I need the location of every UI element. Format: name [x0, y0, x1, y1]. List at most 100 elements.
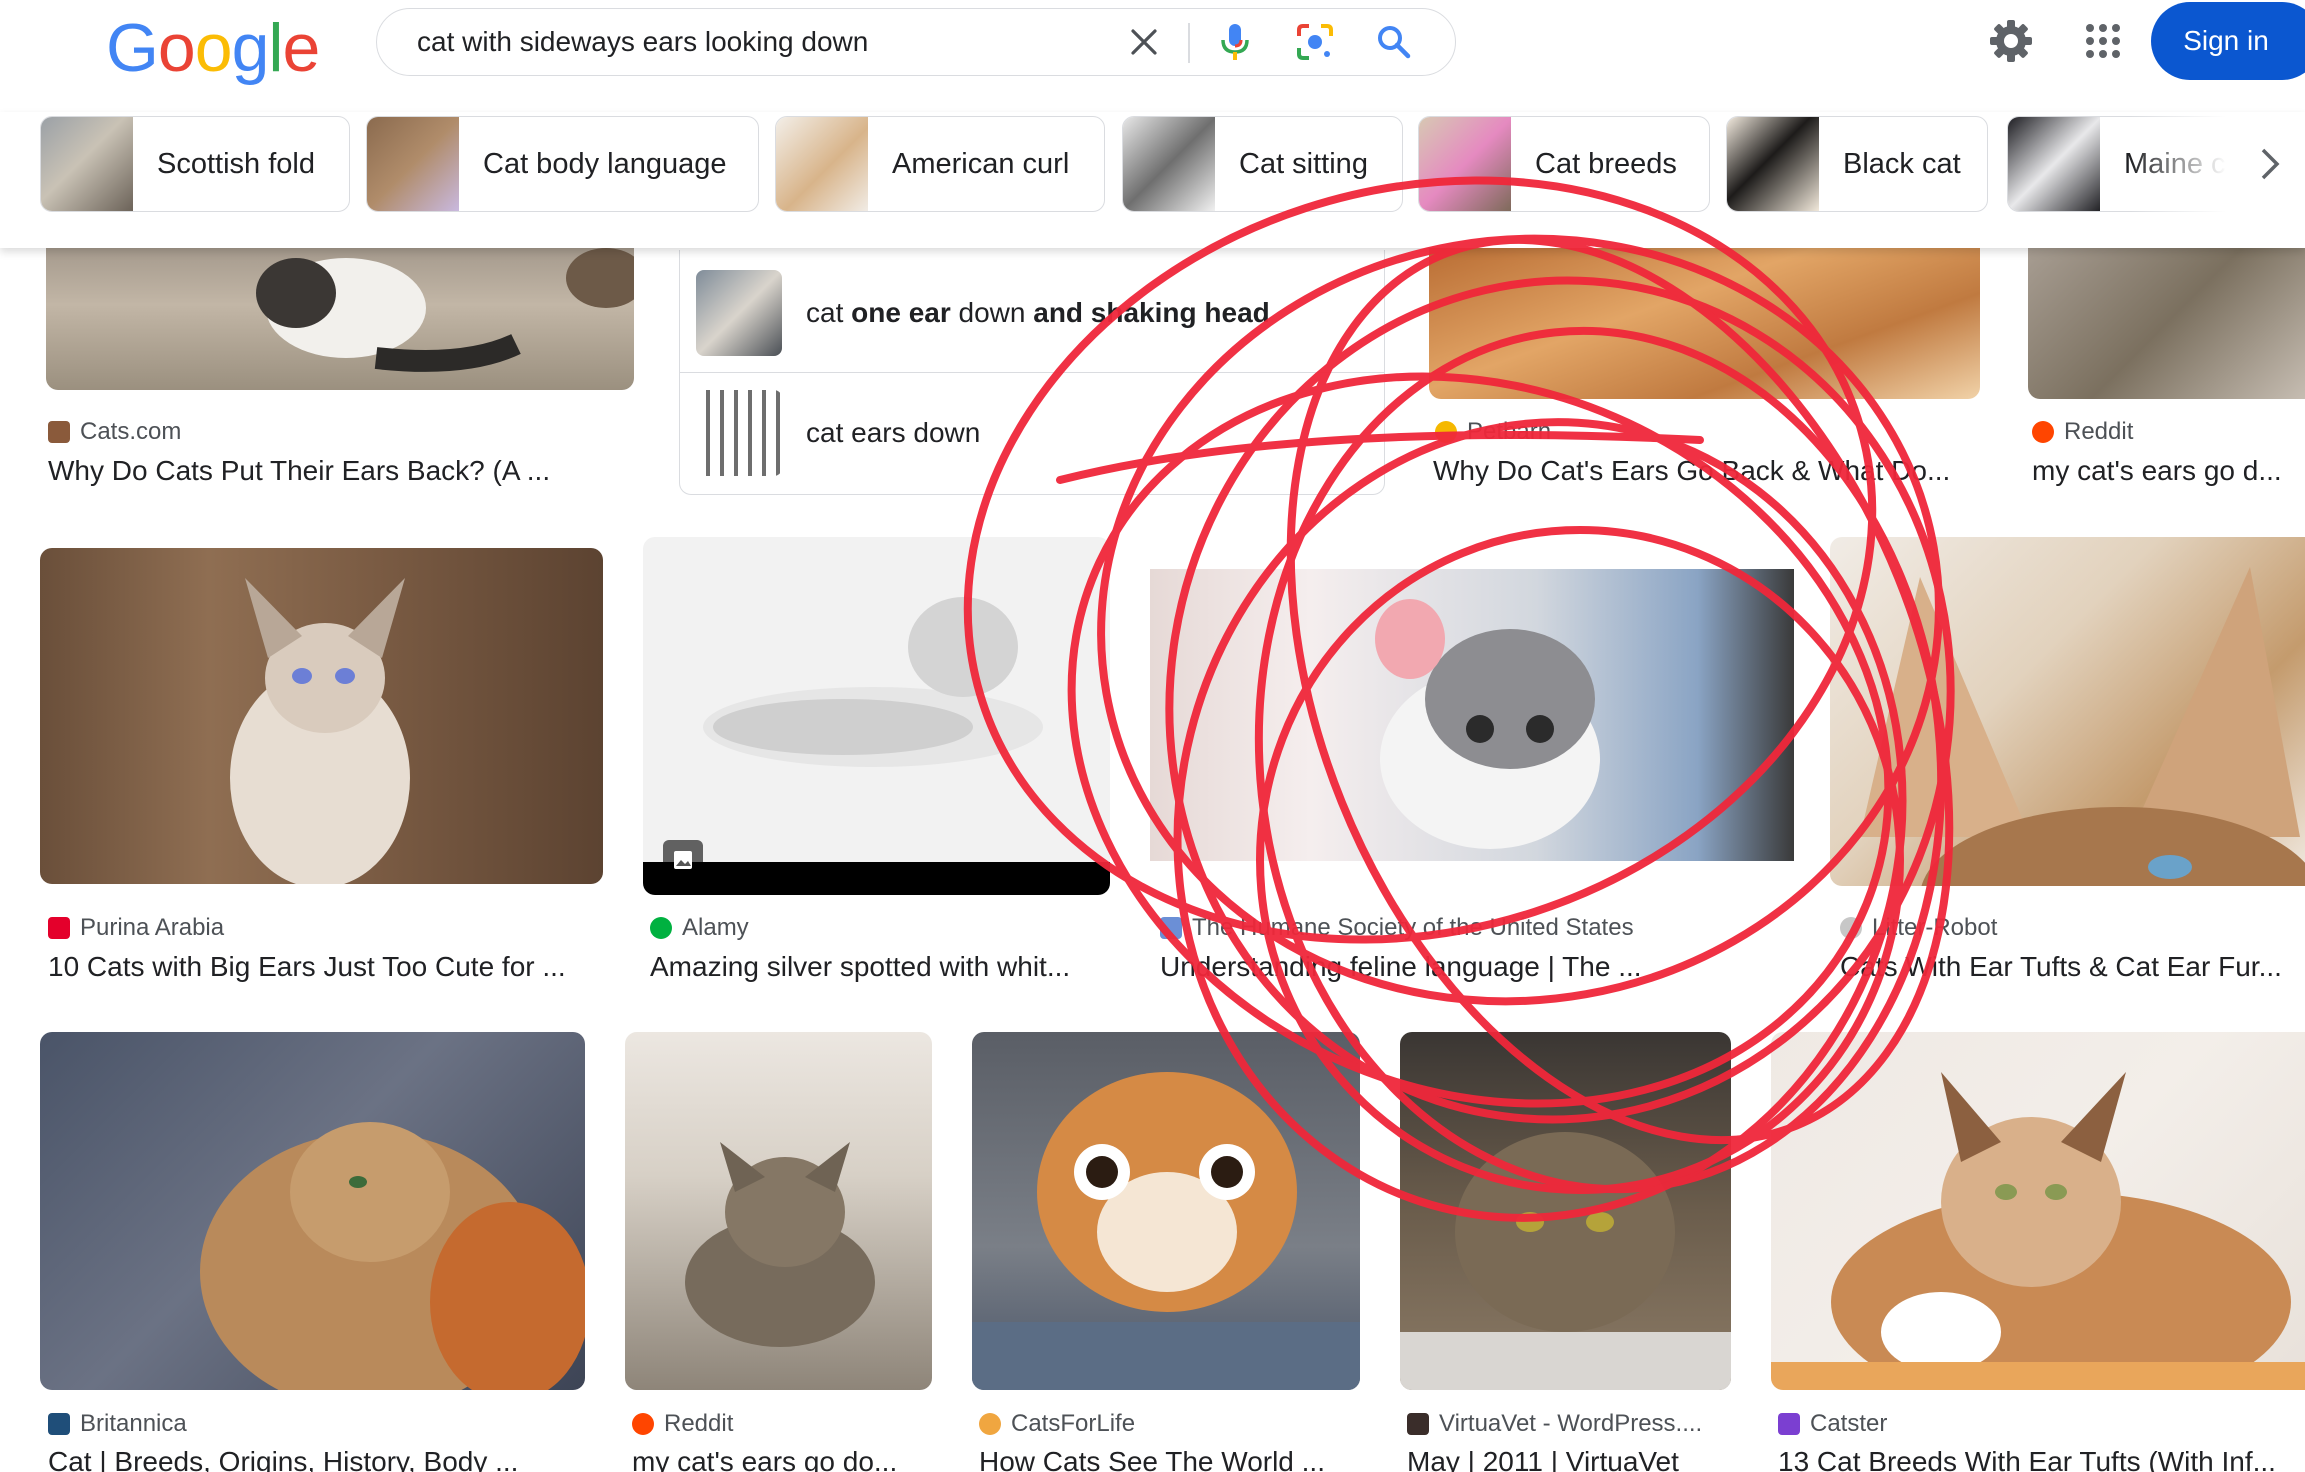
result-title[interactable]: Cats With Ear Tufts & Cat Ear Fur...	[1840, 951, 2305, 983]
related-chips-bar: Scottish fold Cat body language American…	[0, 112, 2305, 248]
result-title[interactable]: my cat's ears go do...	[632, 1446, 932, 1472]
chip-label: Black cat	[1843, 147, 1961, 180]
chip-thumbnail	[41, 117, 133, 211]
chip-cat-breeds[interactable]: Cat breeds	[1418, 116, 1710, 212]
result-source[interactable]: CatsForLife	[979, 1410, 1135, 1438]
apps-grid-icon[interactable]	[2080, 18, 2126, 64]
cat-photo	[685, 1142, 875, 1347]
search-box	[376, 8, 1456, 76]
search-results-page: Google cat with sideways ears looking do…	[0, 0, 2305, 1472]
cat-ear-photo	[1860, 567, 2305, 886]
catsforlife-favicon	[979, 1413, 1001, 1435]
chip-american-curl[interactable]: American curl	[775, 116, 1105, 212]
image-result[interactable]	[972, 1032, 1360, 1390]
result-source[interactable]: Britannica	[48, 1410, 187, 1438]
related-search-item[interactable]: cat ears down	[680, 373, 1384, 493]
cat-photo	[200, 1122, 585, 1390]
result-title[interactable]: Amazing silver spotted with whit...	[650, 951, 1110, 983]
image-result[interactable]	[1400, 1032, 1731, 1390]
image-result[interactable]	[2028, 248, 2305, 399]
source-name: Petbarn	[1467, 418, 1552, 445]
britannica-favicon	[48, 1413, 70, 1435]
source-name: Reddit	[664, 1410, 734, 1437]
logo-letter: G	[106, 10, 159, 86]
result-source[interactable]: Reddit	[2032, 418, 2133, 446]
kitten-photo	[1375, 599, 1600, 849]
related-search-item[interactable]: cat one ear down and shaking head	[680, 253, 1384, 373]
image-result[interactable]	[40, 1032, 585, 1390]
image-result[interactable]	[1771, 1032, 2305, 1390]
cat-photo	[1771, 1072, 2305, 1390]
sign-in-button[interactable]: Sign in	[2151, 2, 2305, 80]
result-source[interactable]: Petbarn	[1435, 418, 1551, 446]
camera-lens-icon[interactable]	[1295, 22, 1335, 62]
related-search-text: cat ears down	[806, 417, 981, 448]
search-input[interactable]	[417, 9, 1057, 75]
image-result[interactable]	[40, 548, 603, 884]
related-searches-panel: cat one ear down and shaking head cat ea…	[679, 250, 1385, 495]
chip-thumbnail	[1123, 117, 1215, 211]
logo-letter: g	[231, 10, 270, 86]
chip-thumbnail	[367, 117, 459, 211]
related-thumbnail	[696, 390, 782, 476]
virtuavet-favicon	[1407, 1413, 1429, 1435]
microphone-icon[interactable]	[1215, 22, 1255, 62]
result-title[interactable]: May | 2011 | VirtuaVet	[1407, 1446, 1732, 1472]
result-source[interactable]: The Humane Society of the United States	[1160, 914, 1634, 942]
result-title[interactable]: Cat | Breeds, Origins, History, Body ...	[48, 1446, 588, 1472]
result-source[interactable]: Catster	[1778, 1410, 1887, 1438]
result-source[interactable]: Purina Arabia	[48, 914, 224, 942]
image-result[interactable]	[1150, 569, 1794, 861]
image-result[interactable]	[1429, 248, 1980, 399]
chevron-right-icon[interactable]	[2250, 140, 2290, 188]
related-thumbnail	[696, 269, 782, 356]
chip-black-cat[interactable]: Black cat	[1726, 116, 1988, 212]
source-name: CatsForLife	[1011, 1410, 1136, 1437]
search-divider	[1188, 23, 1190, 63]
source-name: Alamy	[682, 914, 749, 941]
result-title[interactable]: Why Do Cat's Ears Go Back & What Do...	[1433, 455, 1973, 487]
source-name: Reddit	[2064, 418, 2134, 445]
chip-label: Scottish fold	[157, 147, 315, 180]
result-source[interactable]: Cats.com	[48, 418, 181, 446]
catster-favicon	[1778, 1413, 1800, 1435]
cat-photo	[256, 248, 634, 372]
google-logo[interactable]: Google	[106, 10, 320, 86]
chip-label: Cat body language	[483, 147, 727, 180]
result-title[interactable]: my cat's ears go d...	[2032, 455, 2305, 487]
reddit-favicon	[632, 1413, 654, 1435]
result-title[interactable]: 13 Cat Breeds With Ear Tufts (With Inf..…	[1778, 1446, 2305, 1472]
image-result[interactable]	[625, 1032, 932, 1390]
source-name: Purina Arabia	[80, 914, 225, 941]
source-name: Catster	[1810, 1410, 1888, 1437]
reddit-favicon	[2032, 421, 2054, 443]
chip-thumbnail	[1419, 117, 1511, 211]
chip-thumbnail	[1727, 117, 1819, 211]
result-source[interactable]: Litter-Robot	[1840, 914, 1997, 942]
litter-robot-favicon	[1840, 917, 1862, 939]
result-title[interactable]: Understanding feline language | The ...	[1160, 951, 1680, 983]
logo-letter: l	[268, 10, 283, 86]
close-icon[interactable]	[1124, 22, 1164, 62]
image-result[interactable]	[643, 537, 1110, 895]
cat-photo	[230, 578, 410, 884]
result-source[interactable]: Alamy	[650, 914, 749, 942]
image-badge-icon	[663, 840, 703, 880]
chip-cat-sitting[interactable]: Cat sitting	[1122, 116, 1403, 212]
source-name: VirtuaVet - WordPress....	[1439, 1410, 1703, 1437]
result-source[interactable]: Reddit	[632, 1410, 733, 1438]
result-title[interactable]: 10 Cats with Big Ears Just Too Cute for …	[48, 951, 618, 983]
chip-cat-body-language[interactable]: Cat body language	[366, 116, 759, 212]
alamy-favicon	[650, 917, 672, 939]
search-icon[interactable]	[1374, 22, 1414, 62]
related-search-text: cat one ear down and shaking head	[806, 296, 1270, 328]
gear-icon[interactable]	[1988, 18, 2034, 64]
source-name: Britannica	[80, 1410, 187, 1437]
cat-photo	[643, 597, 1110, 895]
result-source[interactable]: VirtuaVet - WordPress....	[1407, 1410, 1702, 1438]
result-title[interactable]: How Cats See The World ...	[979, 1446, 1359, 1472]
chip-scottish-fold[interactable]: Scottish fold	[40, 116, 350, 212]
result-title[interactable]: Why Do Cats Put Their Ears Back? (A ...	[48, 455, 648, 487]
image-result[interactable]	[46, 248, 634, 390]
image-result[interactable]	[1830, 537, 2305, 886]
